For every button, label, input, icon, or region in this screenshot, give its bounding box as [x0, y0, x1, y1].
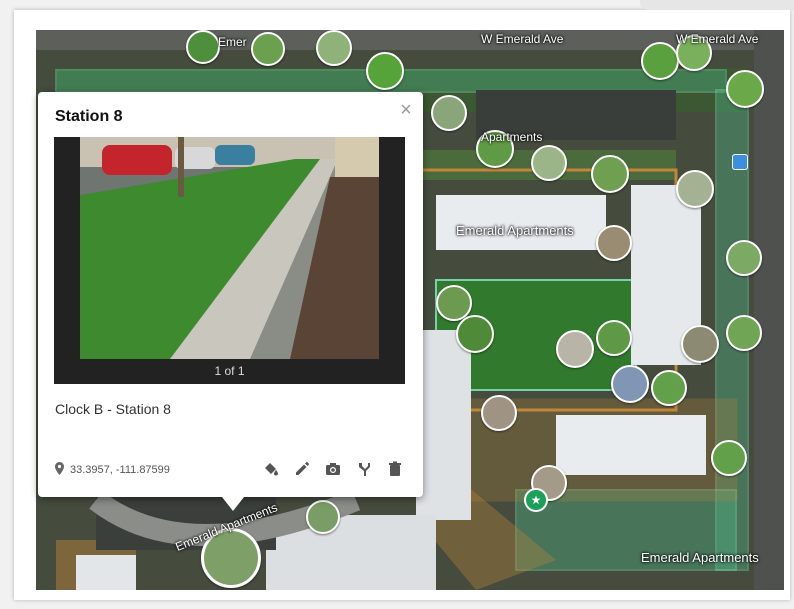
photo-viewer[interactable]: 1 of 1 — [54, 137, 405, 384]
photo-marker[interactable] — [651, 370, 687, 406]
station-photo — [80, 137, 379, 359]
street-label: W Emerald Ave — [676, 32, 759, 46]
photo-marker[interactable] — [431, 95, 467, 131]
photo-marker[interactable] — [531, 145, 567, 181]
area-label: Apartments — [481, 130, 543, 144]
branch-icon[interactable] — [353, 458, 375, 480]
photo-marker[interactable] — [596, 320, 632, 356]
popup-title: Station 8 — [55, 108, 123, 125]
popup-pointer — [222, 497, 244, 511]
photo-marker[interactable] — [596, 225, 632, 261]
photo-marker[interactable] — [186, 30, 220, 64]
star-marker-icon[interactable]: ★ — [524, 488, 548, 512]
photo-marker[interactable] — [456, 315, 494, 353]
close-icon[interactable]: × — [394, 98, 418, 122]
photo-marker[interactable] — [481, 395, 517, 431]
street-label: Emer — [218, 35, 247, 49]
photo-marker[interactable] — [726, 315, 762, 351]
map-pin-icon — [55, 462, 64, 478]
bus-stop-icon[interactable] — [732, 154, 748, 170]
photo-marker[interactable] — [726, 240, 762, 276]
area-label: Emerald Apartments — [641, 550, 759, 565]
photo-marker[interactable] — [711, 440, 747, 476]
coordinates-text: 33.3957, -111.87599 — [70, 464, 170, 476]
popup-actions — [260, 458, 406, 480]
photo-marker[interactable] — [251, 32, 285, 66]
street-label: W Emerald Ave — [481, 32, 564, 46]
photo-marker[interactable] — [366, 52, 404, 90]
photo-marker[interactable] — [556, 330, 594, 368]
station-caption: Clock B - Station 8 — [55, 401, 171, 417]
photo-marker[interactable] — [316, 30, 352, 66]
photo-marker[interactable] — [306, 500, 340, 534]
photo-marker[interactable] — [681, 325, 719, 363]
camera-icon[interactable] — [322, 458, 344, 480]
photo-marker[interactable] — [591, 155, 629, 193]
photo-marker[interactable] — [641, 42, 679, 80]
area-label: Emerald Apartments — [456, 223, 574, 238]
trash-icon[interactable] — [384, 458, 406, 480]
photo-pager: 1 of 1 — [214, 364, 245, 378]
photo-marker[interactable] — [611, 365, 649, 403]
paint-bucket-icon[interactable] — [260, 458, 282, 480]
station-popup: Station 8 × 1 of 1 Clock B - Station 8 3… — [38, 92, 423, 497]
coordinate-row: 33.3957, -111.87599 — [55, 462, 170, 478]
pencil-icon[interactable] — [291, 458, 313, 480]
photo-marker[interactable] — [726, 70, 764, 108]
photo-marker[interactable] — [676, 170, 714, 208]
top-tab — [640, 0, 794, 10]
